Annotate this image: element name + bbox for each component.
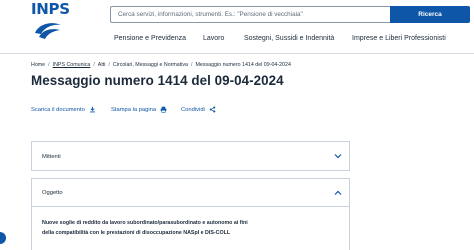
- oggetto-line: Nuove soglie di reddito da lavoro subord…: [42, 220, 248, 226]
- accordion-header[interactable]: Oggetto: [32, 179, 349, 207]
- nav-item-lavoro[interactable]: Lavoro: [203, 35, 224, 42]
- nav-item-sostegni[interactable]: Sostegni, Sussidi e Indennità: [244, 35, 334, 42]
- breadcrumb-separator: /: [93, 62, 95, 68]
- chevron-down-icon: [334, 154, 342, 159]
- breadcrumb-inps-comunica[interactable]: INPS Comunica: [53, 62, 91, 68]
- breadcrumb-circolari[interactable]: Circolari, Messaggi e Normativa: [113, 62, 188, 68]
- download-label: Scarica il documento: [31, 106, 85, 113]
- download-document-link[interactable]: Scarica il documento: [31, 106, 96, 113]
- share-link[interactable]: Condividi: [181, 106, 216, 113]
- accordion-title: Oggetto: [42, 189, 63, 196]
- side-tab-button[interactable]: [0, 232, 6, 244]
- header-divider: [0, 53, 474, 54]
- main-nav: Pensione e Previdenza Lavoro Sostegni, S…: [0, 35, 474, 45]
- print-icon: [160, 106, 167, 113]
- breadcrumb-home[interactable]: Home: [31, 62, 45, 68]
- print-page-link[interactable]: Stampa la pagina: [111, 106, 167, 113]
- search-button[interactable]: Ricerca: [390, 6, 470, 23]
- accordion-oggetto[interactable]: Oggetto Nuove soglie di reddito da lavor…: [31, 178, 350, 250]
- accordion-title: Mittenti: [42, 153, 61, 160]
- accordion-header[interactable]: Mittenti: [32, 142, 349, 171]
- breadcrumb-current: Messaggio numero 1414 del 09-04-2024: [195, 62, 291, 68]
- share-icon: [209, 106, 216, 113]
- nav-item-pensione[interactable]: Pensione e Previdenza: [114, 35, 186, 42]
- accordion-body: Nuove soglie di reddito da lavoro subord…: [32, 207, 349, 249]
- download-icon: [89, 106, 95, 113]
- share-label: Condividi: [181, 106, 205, 113]
- print-label: Stampa la pagina: [111, 106, 157, 113]
- nav-item-imprese[interactable]: Imprese e Liberi Professionisti: [352, 35, 446, 42]
- breadcrumb-separator: /: [48, 62, 50, 68]
- breadcrumb-atti[interactable]: Atti: [98, 62, 106, 68]
- oggetto-line: della compatibilità con le prestazioni d…: [42, 230, 231, 236]
- accordion-mittenti[interactable]: Mittenti: [31, 141, 350, 171]
- chevron-up-icon: [334, 190, 342, 195]
- breadcrumb-separator: /: [108, 62, 110, 68]
- search-input[interactable]: Cerca servizi, informazioni, strumenti. …: [110, 6, 391, 23]
- breadcrumb-separator: /: [191, 62, 193, 68]
- page-title: Messaggio numero 1414 del 09-04-2024: [31, 73, 284, 88]
- logo-text: INPS: [31, 0, 70, 18]
- breadcrumb: Home / INPS Comunica / Atti / Circolari, Messa…: [31, 62, 291, 68]
